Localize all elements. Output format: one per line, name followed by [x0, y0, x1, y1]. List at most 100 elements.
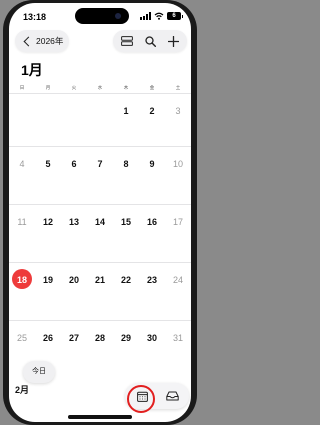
week-row: 11 12 13 14 15 16 17 — [9, 204, 191, 241]
day-cell[interactable]: 12 — [35, 205, 61, 241]
day-number: 3 — [175, 106, 181, 116]
status-bar: 13:18 6 — [9, 3, 191, 29]
day-cell[interactable]: 15 — [113, 205, 139, 241]
day-number: 17 — [172, 217, 183, 227]
day-number: 7 — [97, 159, 103, 169]
day-cell[interactable]: 20 — [61, 263, 87, 299]
day-cell[interactable]: 5 — [35, 147, 61, 183]
screen: 13:18 6 2026年 1月 日 月 火 水 木 金 土 1 2 3 4 5… — [9, 3, 191, 422]
weekday-label: 土 — [175, 85, 181, 90]
wifi-icon — [154, 12, 164, 20]
day-cell[interactable]: 10 — [165, 147, 191, 183]
day-number: 1 — [123, 106, 129, 116]
day-number: 29 — [120, 333, 131, 343]
status-time: 13:18 — [23, 12, 47, 22]
weekday-label: 火 — [71, 85, 77, 90]
day-number: 23 — [146, 275, 157, 285]
weekday-label: 月 — [45, 85, 51, 90]
day-number: 10 — [172, 159, 183, 169]
day-cell[interactable]: 23 — [139, 263, 165, 299]
cellular-signal-icon — [140, 12, 151, 20]
week-row: 4 5 6 7 8 9 10 — [9, 146, 191, 183]
day-cell[interactable]: 26 — [35, 321, 61, 357]
day-number: 28 — [94, 333, 105, 343]
day-cell[interactable]: 2 — [139, 94, 165, 130]
back-button[interactable]: 2026年 — [15, 30, 69, 52]
day-cell[interactable]: 21 — [87, 263, 113, 299]
day-number: 22 — [120, 275, 131, 285]
inbox-icon — [165, 391, 179, 401]
back-chevron-icon — [23, 36, 34, 46]
day-cell-empty — [35, 94, 61, 130]
battery-icon: 6 — [167, 12, 183, 20]
day-number: 25 — [16, 333, 27, 343]
day-cell[interactable]: 27 — [61, 321, 87, 357]
day-number: 16 — [146, 217, 157, 227]
day-cell[interactable]: 30 — [139, 321, 165, 357]
day-number: 2 — [149, 106, 155, 116]
day-cell-empty — [61, 94, 87, 130]
day-number: 12 — [42, 217, 53, 227]
day-cell[interactable]: 22 — [113, 263, 139, 299]
weekday-label: 木 — [123, 85, 129, 90]
day-cell[interactable]: 19 — [35, 263, 61, 299]
day-cell[interactable]: 24 — [165, 263, 191, 299]
today-button[interactable]: 今日 — [23, 361, 55, 383]
day-number: 27 — [68, 333, 79, 343]
day-cell[interactable]: 14 — [87, 205, 113, 241]
month-title: 1月 — [21, 62, 43, 78]
add-icon — [167, 35, 179, 47]
day-number: 5 — [45, 159, 51, 169]
day-cell[interactable]: 13 — [61, 205, 87, 241]
day-cell[interactable]: 9 — [139, 147, 165, 183]
day-cell[interactable]: 6 — [61, 147, 87, 183]
day-number: 20 — [68, 275, 79, 285]
list-view-button[interactable] — [115, 30, 139, 52]
weekday-label: 水 — [97, 85, 103, 90]
inbox-button[interactable] — [157, 383, 187, 409]
day-number: 21 — [94, 275, 105, 285]
day-cell[interactable]: 29 — [113, 321, 139, 357]
day-cell[interactable]: 3 — [165, 94, 191, 130]
week-row: 25 26 27 28 29 30 31 — [9, 320, 191, 357]
day-cell[interactable]: 7 — [87, 147, 113, 183]
day-number: 9 — [149, 159, 155, 169]
next-month-title: 2月 — [15, 385, 30, 395]
day-number: 14 — [94, 217, 105, 227]
day-cell[interactable]: 4 — [9, 147, 35, 183]
day-number: 6 — [71, 159, 77, 169]
day-number: 30 — [146, 333, 157, 343]
day-number: 4 — [19, 159, 25, 169]
day-cell-empty — [87, 94, 113, 130]
day-cell[interactable]: 8 — [113, 147, 139, 183]
week-row: 18 19 20 21 22 23 24 — [9, 262, 191, 299]
day-number: 11 — [17, 217, 27, 227]
day-cell[interactable]: 31 — [165, 321, 191, 357]
day-cell-today[interactable]: 18 — [9, 263, 35, 299]
search-icon — [144, 35, 156, 47]
phone-frame: 13:18 6 2026年 1月 日 月 火 水 木 金 土 1 2 3 4 5… — [3, 0, 197, 425]
dynamic-island — [75, 8, 129, 24]
home-indicator — [68, 415, 132, 419]
day-cell[interactable]: 1 — [113, 94, 139, 130]
day-number-today: 18 — [16, 275, 27, 285]
toolbar-pill — [113, 30, 187, 52]
day-number: 8 — [123, 159, 129, 169]
day-cell[interactable]: 16 — [139, 205, 165, 241]
weekday-header: 日 月 火 水 木 金 土 — [9, 85, 191, 91]
day-number: 15 — [120, 217, 131, 227]
day-cell[interactable]: 11 — [9, 205, 35, 241]
day-number: 31 — [172, 333, 183, 343]
weekday-label: 金 — [149, 85, 155, 90]
day-number: 24 — [172, 275, 183, 285]
day-cell[interactable]: 17 — [165, 205, 191, 241]
search-button[interactable] — [138, 30, 162, 52]
add-event-button[interactable] — [161, 30, 185, 52]
day-cell[interactable]: 25 — [9, 321, 35, 357]
day-number: 19 — [42, 275, 53, 285]
list-view-icon — [121, 36, 133, 46]
day-cell[interactable]: 28 — [87, 321, 113, 357]
status-icons: 6 — [140, 12, 183, 20]
day-cell-empty — [9, 94, 35, 130]
day-number: 13 — [68, 217, 79, 227]
